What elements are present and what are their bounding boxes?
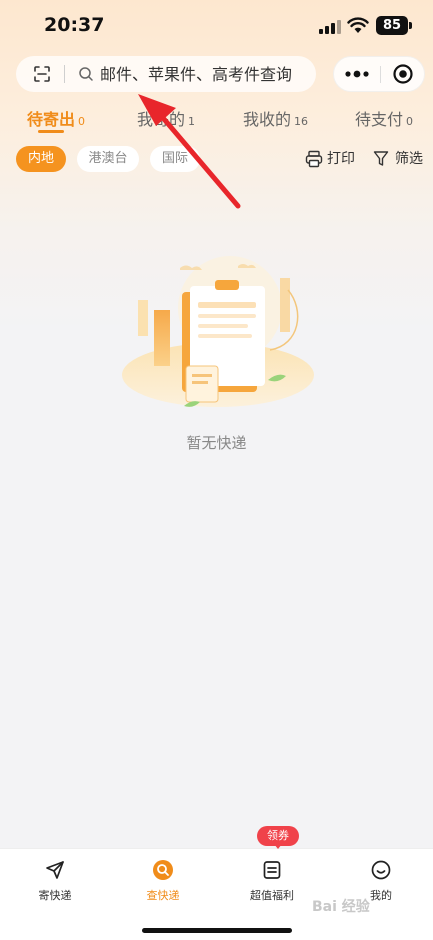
tabbar-item-track[interactable]: 查快递 xyxy=(109,849,217,919)
chip-hk-macao-taiwan[interactable]: 港澳台 xyxy=(77,146,139,172)
smile-icon xyxy=(371,860,391,880)
tab-count: 1 xyxy=(188,115,196,128)
tab-count: 16 xyxy=(294,115,309,128)
coupon-badge-tip xyxy=(274,844,282,849)
home-indicator xyxy=(142,928,292,933)
search-icon xyxy=(79,67,93,81)
printer-icon xyxy=(305,150,323,168)
scan-icon[interactable] xyxy=(32,64,52,84)
funnel-icon xyxy=(373,151,389,166)
send-plane-icon xyxy=(46,861,64,879)
bottom-tab-bar: 寄快递 查快递 超值福利 我的 xyxy=(0,848,433,940)
wifi-icon xyxy=(347,17,369,33)
filter-label: 筛选 xyxy=(395,151,423,167)
filter-button[interactable]: 筛选 xyxy=(373,148,425,170)
active-tab-indicator xyxy=(38,130,64,133)
empty-message: 暂无快递 xyxy=(186,434,247,452)
tab-count: 0 xyxy=(406,115,414,128)
tab-sent[interactable]: 我寄的 1 xyxy=(137,106,195,136)
coupon-badge[interactable]: 领券 xyxy=(257,826,299,846)
search-divider xyxy=(64,65,65,83)
search-input[interactable] xyxy=(100,60,310,88)
status-time: 20:37 xyxy=(44,14,105,36)
tab-label: 我收的 xyxy=(243,110,292,129)
search-bar[interactable] xyxy=(16,56,316,92)
battery-tip xyxy=(409,22,412,29)
tab-received[interactable]: 我收的 16 xyxy=(243,106,308,136)
miniprogram-capsule xyxy=(333,56,425,92)
close-target-icon[interactable] xyxy=(381,57,425,91)
chip-international[interactable]: 国际 xyxy=(150,146,200,172)
tabbar-label: 寄快递 xyxy=(38,889,72,902)
tab-label: 待支付 xyxy=(355,110,404,129)
tabbar-label: 超值福利 xyxy=(250,889,294,902)
tabbar-label: 查快递 xyxy=(146,889,180,902)
tab-count: 0 xyxy=(78,115,86,128)
more-icon[interactable] xyxy=(334,57,380,91)
chip-mainland[interactable]: 内地 xyxy=(16,146,66,172)
status-tabs: 待寄出 0 我寄的 1 我收的 16 待支付 0 xyxy=(0,100,433,140)
battery-level: 85 xyxy=(376,16,408,35)
tab-label: 我寄的 xyxy=(137,110,186,129)
search-parcel-icon xyxy=(153,860,173,880)
print-label: 打印 xyxy=(327,151,355,167)
tab-label: 待寄出 xyxy=(27,110,76,129)
tabbar-item-send[interactable]: 寄快递 xyxy=(1,849,109,919)
coupon-icon xyxy=(263,861,281,879)
tabbar-item-benefits[interactable]: 超值福利 xyxy=(218,849,326,919)
print-button[interactable]: 打印 xyxy=(305,148,357,170)
watermark: Bai 经验 xyxy=(312,899,370,915)
tab-to-pay[interactable]: 待支付 0 xyxy=(355,106,413,136)
filter-row: 内地 港澳台 国际 打印 筛选 xyxy=(0,146,433,174)
signal-icon xyxy=(319,18,341,34)
status-bar: 20:37 85 xyxy=(0,0,433,52)
empty-parcel-illustration xyxy=(122,256,314,407)
